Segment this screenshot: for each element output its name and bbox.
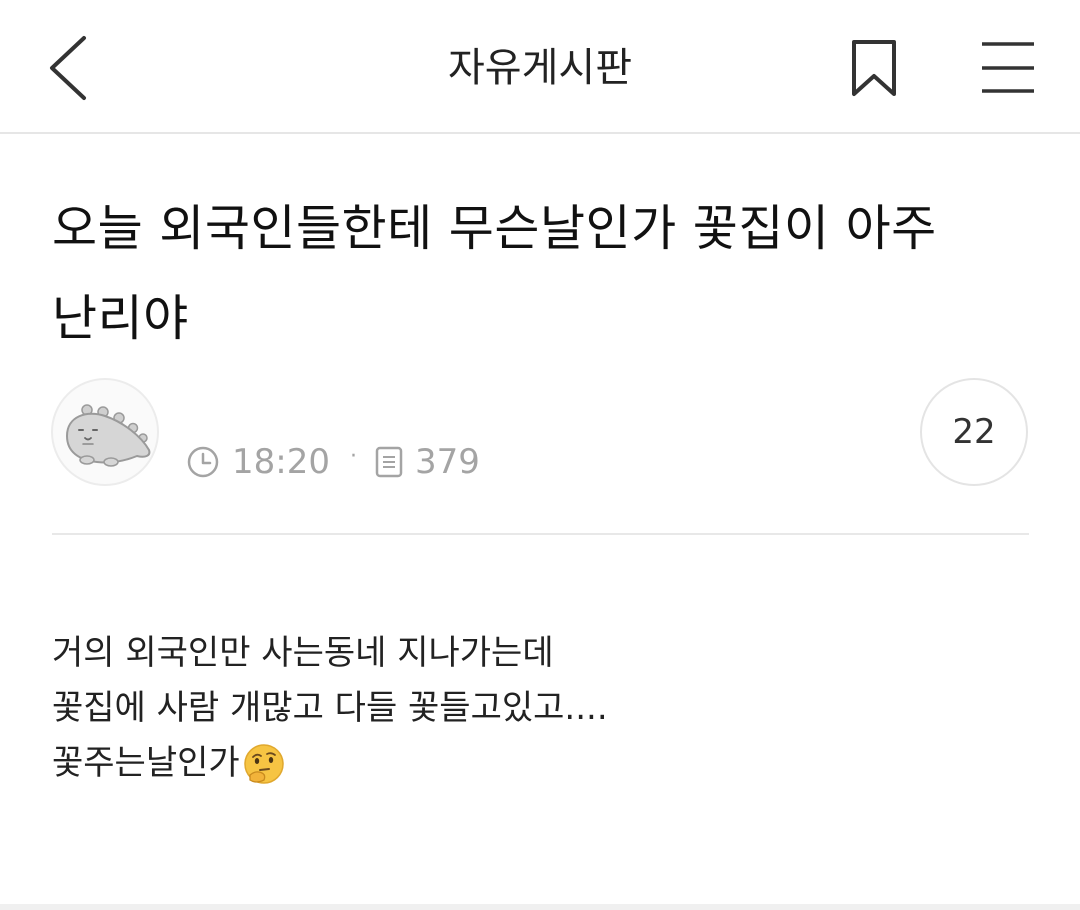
back-button[interactable] [36,26,106,110]
dinosaur-avatar-icon [65,404,151,467]
comment-count: 22 [952,412,996,452]
post-time: 18:20 [232,442,330,482]
view-count: 379 [414,442,480,482]
body-line-text: 꽃주는날인가 [52,743,240,783]
bottom-edge [0,904,1080,910]
chevron-left-icon [50,36,86,100]
bookmark-button[interactable] [842,30,906,106]
clock-icon [187,446,219,478]
divider [52,533,1029,535]
body-line: 꽃집에 사람 개많고 다들 꽃들고있고.... [52,681,1032,736]
thinking-face-emoji-icon [243,743,284,784]
body-line-text: 거의 외국인만 사는동네 지나가는데 [52,633,554,673]
top-app-bar: 자유게시판 [0,0,1080,134]
post-title: 오늘 외국인들한테 무슨날인가 꽃집이 아주 난리야 [52,200,937,347]
document-icon [375,446,403,478]
menu-button[interactable] [972,34,1044,102]
body-line: 꽃주는날인가 [52,736,1032,791]
body-line: 거의 외국인만 사는동네 지나가는데 [52,626,1032,681]
post-body: 거의 외국인만 사는동네 지나가는데 꽃집에 사람 개많고 다들 꽃들고있고..… [52,626,1032,791]
meta-separator: · [349,443,357,469]
bookmark-icon [852,40,896,96]
post-meta: 18:20 · 379 [186,438,480,486]
hamburger-menu-icon [982,42,1034,93]
board-title: 자유게시판 [448,45,632,91]
avatar[interactable] [51,378,159,486]
comment-count-button[interactable]: 22 [920,378,1028,486]
body-line-text: 꽃집에 사람 개많고 다들 꽃들고있고.... [52,688,608,728]
